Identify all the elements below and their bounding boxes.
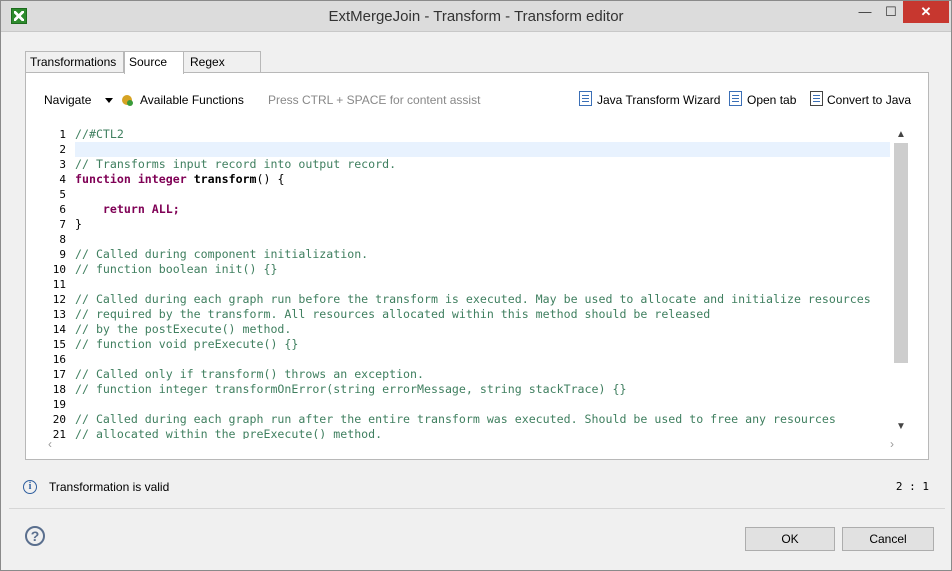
code-line: // by the postExecute() method. xyxy=(75,322,292,336)
footer-divider xyxy=(9,508,945,509)
function-name: transform xyxy=(193,172,257,186)
code-editor[interactable]: 1 2 3 4 5 6 7 8 9 10 11 12 13 14 15 16 1… xyxy=(48,127,908,457)
code-line: // function void preExecute() {} xyxy=(75,337,299,351)
scroll-down-icon[interactable]: ▼ xyxy=(894,419,908,435)
line-number: 13 xyxy=(52,308,66,321)
keyword-integer: integer xyxy=(137,172,187,186)
scroll-right-icon[interactable]: › xyxy=(878,437,894,451)
line-number: 14 xyxy=(52,323,66,336)
convert-to-java-icon[interactable] xyxy=(810,91,823,106)
keyword-return: return xyxy=(102,202,145,216)
line-number: 2 xyxy=(59,143,66,156)
horizontal-scrollbar[interactable]: ‹ › xyxy=(48,437,894,451)
window-title: ExtMergeJoin - Transform - Transform edi… xyxy=(328,8,624,25)
line-number: 11 xyxy=(52,278,66,291)
code-line: // function integer transformOnError(str… xyxy=(75,382,627,396)
code-line: // function boolean init() {} xyxy=(75,262,278,276)
cursor-position: 2 : 1 xyxy=(895,480,929,493)
line-number: 4 xyxy=(59,173,66,186)
code-line: // Called during each graph run after th… xyxy=(75,412,836,426)
content-assist-hint: Press CTRL + SPACE for content assist xyxy=(268,93,481,107)
code-line: // Transforms input record into output r… xyxy=(75,157,397,171)
line-number: 3 xyxy=(59,158,66,171)
line-number: 19 xyxy=(52,398,66,411)
line-number: 5 xyxy=(59,188,66,201)
line-number-gutter: 1 2 3 4 5 6 7 8 9 10 11 12 13 14 15 16 1… xyxy=(48,127,70,441)
line-number: 12 xyxy=(52,293,66,306)
line-number: 16 xyxy=(52,353,66,366)
line-number: 6 xyxy=(59,203,66,216)
code-line: function integer transform() { xyxy=(75,172,890,187)
scroll-up-icon[interactable]: ▲ xyxy=(894,127,908,143)
line-number: 20 xyxy=(52,413,66,426)
minimize-button[interactable]: — xyxy=(851,1,879,23)
code-line: // Called only if transform() throws an … xyxy=(75,367,425,381)
code-line: return ALL; xyxy=(75,202,890,217)
close-button[interactable]: ✕ xyxy=(903,1,949,23)
scroll-thumb[interactable] xyxy=(894,143,908,363)
cancel-button[interactable]: Cancel xyxy=(842,527,934,551)
available-functions-icon[interactable] xyxy=(122,95,133,106)
transform-editor-window: ExtMergeJoin - Transform - Transform edi… xyxy=(0,0,952,571)
line-number: 15 xyxy=(52,338,66,351)
status-message: Transformation is valid xyxy=(49,480,170,494)
tab-transformations[interactable]: Transformations xyxy=(25,51,124,73)
available-functions-button[interactable]: Available Functions xyxy=(140,93,244,107)
code-line: //#CTL2 xyxy=(75,127,124,141)
maximize-button[interactable]: ☐ xyxy=(879,1,903,23)
code-line-current xyxy=(75,142,890,157)
java-wizard-icon[interactable] xyxy=(579,91,592,106)
line-number: 10 xyxy=(52,263,66,276)
convert-to-java-button[interactable]: Convert to Java xyxy=(827,93,911,107)
line-number: 1 xyxy=(59,128,66,141)
info-icon: i xyxy=(23,480,37,494)
code-line: // Called during each graph run before t… xyxy=(75,292,871,306)
help-icon[interactable]: ? xyxy=(25,526,45,546)
source-panel: Navigate Available Functions Press CTRL … xyxy=(25,72,929,460)
code-line: // Called during component initializatio… xyxy=(75,247,369,261)
open-tab-button[interactable]: Open tab xyxy=(747,93,796,107)
code-area[interactable]: //#CTL2 // Transforms input record into … xyxy=(75,127,890,439)
function-signature-tail: () { xyxy=(256,172,285,186)
keyword-function: function xyxy=(75,172,131,186)
code-line: } xyxy=(75,217,82,231)
source-toolbar: Navigate Available Functions Press CTRL … xyxy=(26,73,928,123)
code-line: // required by the transform. All resour… xyxy=(75,307,711,321)
tab-regex-tester[interactable]: Regex tester xyxy=(183,51,261,90)
scroll-left-icon[interactable]: ‹ xyxy=(48,437,64,451)
line-number: 9 xyxy=(59,248,66,261)
vertical-scrollbar[interactable]: ▲ ▼ xyxy=(894,127,908,437)
line-number: 7 xyxy=(59,218,66,231)
open-tab-icon[interactable] xyxy=(729,91,742,106)
line-number: 18 xyxy=(52,383,66,396)
navigate-menu[interactable]: Navigate xyxy=(44,93,91,107)
ok-button[interactable]: OK xyxy=(745,527,835,551)
navigate-dropdown-icon[interactable] xyxy=(105,98,113,103)
return-value: ALL; xyxy=(151,202,180,216)
line-number: 17 xyxy=(52,368,66,381)
java-transform-wizard-button[interactable]: Java Transform Wizard xyxy=(597,93,720,107)
line-number: 8 xyxy=(59,233,66,246)
title-bar: ExtMergeJoin - Transform - Transform edi… xyxy=(1,1,951,32)
tab-source[interactable]: Source xyxy=(124,51,184,74)
